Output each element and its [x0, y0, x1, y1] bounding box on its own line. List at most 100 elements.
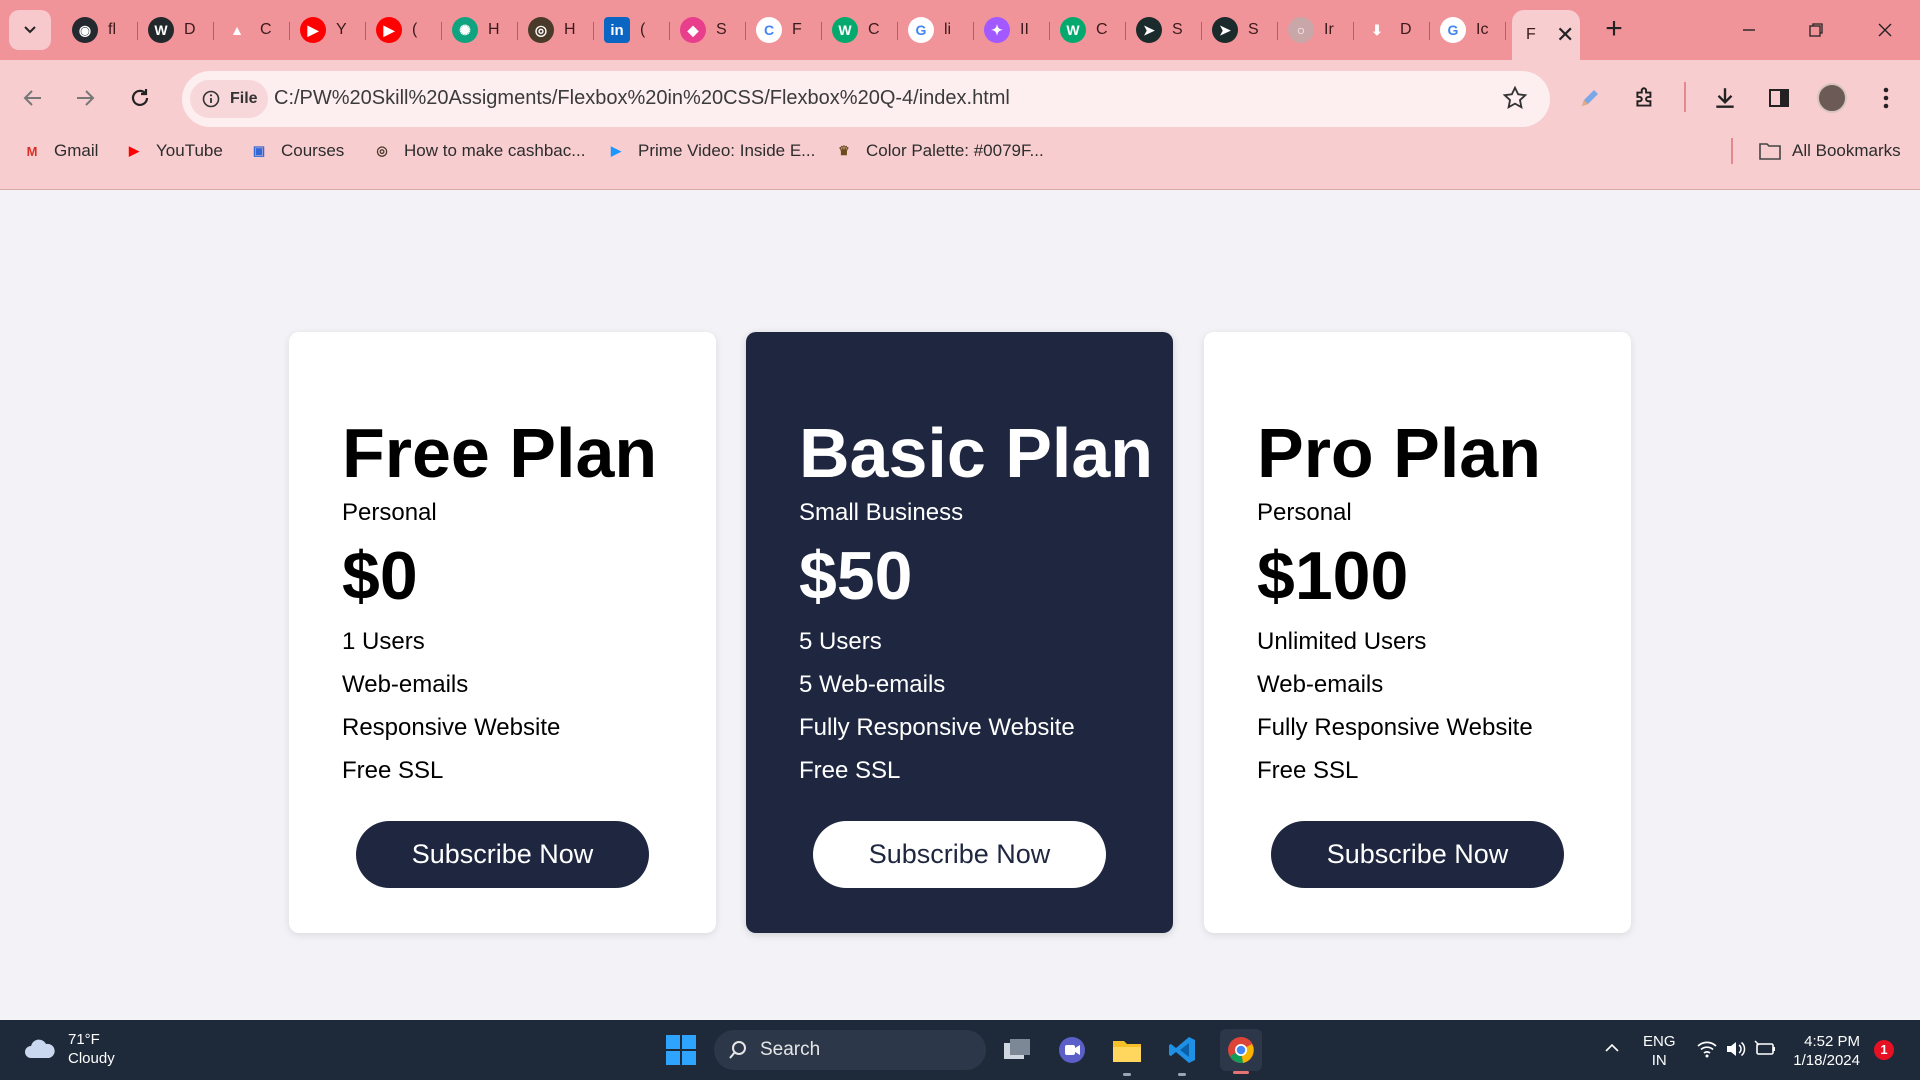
browser-tab[interactable]: ◎ H — [518, 10, 594, 50]
subscribe-button[interactable]: Subscribe Now — [813, 821, 1106, 888]
tab-search-button[interactable] — [9, 10, 51, 50]
toolbar-divider — [1684, 82, 1686, 112]
temperature: 71°F — [68, 1031, 100, 1048]
address-bar[interactable]: File C:/PW%20Skill%20Assigments/Flexbox%… — [182, 71, 1550, 127]
browser-tab[interactable]: ⬇ D — [1354, 10, 1430, 50]
windows-logo-pane — [666, 1051, 680, 1065]
clock[interactable]: 4:52 PM 1/18/2024 — [1790, 1032, 1860, 1070]
tab-title: C — [1096, 21, 1108, 38]
browser-tab[interactable]: ➤ S — [1202, 10, 1278, 50]
side-panel-button[interactable] — [1761, 80, 1797, 116]
tab-title: F — [1526, 26, 1536, 43]
back-button[interactable] — [15, 80, 51, 116]
minimize-button[interactable] — [1726, 12, 1772, 48]
running-indicator — [1178, 1073, 1186, 1076]
bookmark-item[interactable]: ▶ YouTube — [122, 138, 223, 164]
url-text[interactable]: C:/PW%20Skill%20Assigments/Flexbox%20in%… — [274, 87, 1010, 110]
browser-tab[interactable]: WC — [822, 10, 898, 50]
close-tab-icon[interactable]: ✕ — [1556, 24, 1574, 46]
plan-tier: Personal — [1257, 499, 1352, 526]
tab-title: C — [868, 21, 880, 38]
network-button[interactable] — [1696, 1039, 1718, 1059]
site-info-chip[interactable]: File — [190, 80, 268, 118]
cashback-site-icon: ◎ — [528, 17, 554, 43]
tabs-row: ◉ fl W D ▲ C ▶ Y ▶(✺ H ◎ Hin(◆ S C F W C Gli ✦ II W C ➤ S ➤ S ○ Ir ⬇… — [62, 10, 1580, 60]
google-icon: G — [1440, 17, 1466, 43]
figma-icon: ✦ — [984, 17, 1010, 43]
chevron-up-icon — [1605, 1043, 1619, 1052]
subscribe-button[interactable]: Subscribe Now — [356, 821, 649, 888]
tab-title: li — [944, 21, 952, 38]
browser-tab[interactable]: ◆ S — [670, 10, 746, 50]
browser-tab[interactable]: ✦ II — [974, 10, 1050, 50]
browser-tab[interactable]: ▶ Y — [290, 10, 366, 50]
weather-condition: Cloudy — [68, 1050, 115, 1067]
browser-tab[interactable]: ➤ S — [1126, 10, 1202, 50]
browser-tab[interactable]: WC — [1050, 10, 1126, 50]
task-view-icon — [1004, 1039, 1030, 1059]
browser-tab[interactable]: ○ Ir — [1278, 10, 1354, 50]
start-button[interactable] — [666, 1035, 696, 1065]
w3schools-icon: W — [1060, 17, 1086, 43]
all-bookmarks-button[interactable]: All Bookmarks — [1758, 138, 1901, 164]
w3schools-icon: W — [832, 17, 858, 43]
browser-tab[interactable]: CF — [746, 10, 822, 50]
taskbar-search[interactable]: Search — [714, 1030, 986, 1070]
browser-tab[interactable]: ✺ H — [442, 10, 518, 50]
subscribe-button[interactable]: Subscribe Now — [1271, 821, 1564, 888]
forward-button[interactable] — [67, 80, 103, 116]
bookmark-item[interactable]: ◎ How to make cashbac... — [370, 138, 585, 164]
plan-price: $50 — [799, 538, 913, 614]
bookmark-item[interactable]: M Gmail — [20, 138, 99, 164]
star-icon — [1502, 85, 1528, 109]
browser-tab[interactable]: WD — [138, 10, 214, 50]
plan-name: Pro Plan — [1257, 414, 1541, 492]
chrome-button[interactable] — [1220, 1029, 1262, 1074]
tab-title: H — [564, 21, 576, 38]
tab-title: S — [1172, 21, 1183, 38]
tray-overflow-button[interactable] — [1602, 1038, 1622, 1058]
new-tab-button[interactable]: + — [1598, 14, 1630, 46]
more-vertical-icon — [1883, 87, 1889, 109]
browser-tab[interactable]: G Ic — [1430, 10, 1506, 50]
notification-badge[interactable]: 1 — [1874, 1040, 1894, 1060]
bookmark-item[interactable]: ♛ Color Palette: #0079F... — [832, 138, 1044, 164]
all-bookmarks-label: All Bookmarks — [1792, 141, 1901, 160]
bookmark-item[interactable]: ▶ Prime Video: Inside E... — [604, 138, 815, 164]
active-tab[interactable]: F ✕ — [1512, 10, 1580, 60]
restore-button[interactable] — [1793, 12, 1839, 48]
tab-title: H — [488, 21, 500, 38]
plan-tier: Small Business — [799, 499, 964, 526]
wordpress-icon: W — [148, 17, 174, 43]
chevron-down-icon — [24, 26, 36, 34]
task-view-button[interactable] — [999, 1032, 1035, 1068]
profile-avatar[interactable] — [1814, 80, 1850, 116]
browser-tab[interactable]: ◉ fl — [62, 10, 138, 50]
feature-item: 1 Users — [342, 628, 425, 655]
bookmark-item[interactable]: ▣ Courses — [247, 138, 344, 164]
browser-tab[interactable]: in ( — [594, 10, 670, 50]
close-window-button[interactable] — [1862, 12, 1908, 48]
browser-tab[interactable]: Gli — [898, 10, 974, 50]
battery-button[interactable] — [1753, 1039, 1777, 1059]
cashback-site-icon: ◎ — [376, 143, 388, 158]
extensions-button[interactable] — [1627, 80, 1663, 116]
teams-chat-button[interactable] — [1054, 1032, 1090, 1068]
linkedin-icon: in — [604, 17, 630, 43]
vscode-icon — [1169, 1037, 1195, 1063]
volume-button[interactable] — [1724, 1039, 1746, 1059]
file-explorer-button[interactable] — [1109, 1032, 1145, 1076]
bookmark-star-button[interactable] — [1502, 85, 1528, 116]
side-panel-icon — [1769, 89, 1789, 107]
browser-tab[interactable]: ▲ C — [214, 10, 290, 50]
language-indicator[interactable]: ENG IN — [1643, 1032, 1676, 1070]
downloads-button[interactable] — [1707, 80, 1743, 116]
windows-logo-pane — [666, 1035, 680, 1049]
weather-widget[interactable]: 71°F Cloudy — [22, 1030, 115, 1068]
taskbar: 71°F Cloudy Search ENG IN 4:52 PM 1/18/2… — [0, 1020, 1920, 1080]
browser-tab[interactable]: ▶( — [366, 10, 442, 50]
menu-button[interactable] — [1868, 80, 1904, 116]
reload-button[interactable] — [122, 80, 158, 116]
edit-pen-button[interactable] — [1572, 80, 1608, 116]
vscode-button[interactable] — [1164, 1032, 1200, 1076]
